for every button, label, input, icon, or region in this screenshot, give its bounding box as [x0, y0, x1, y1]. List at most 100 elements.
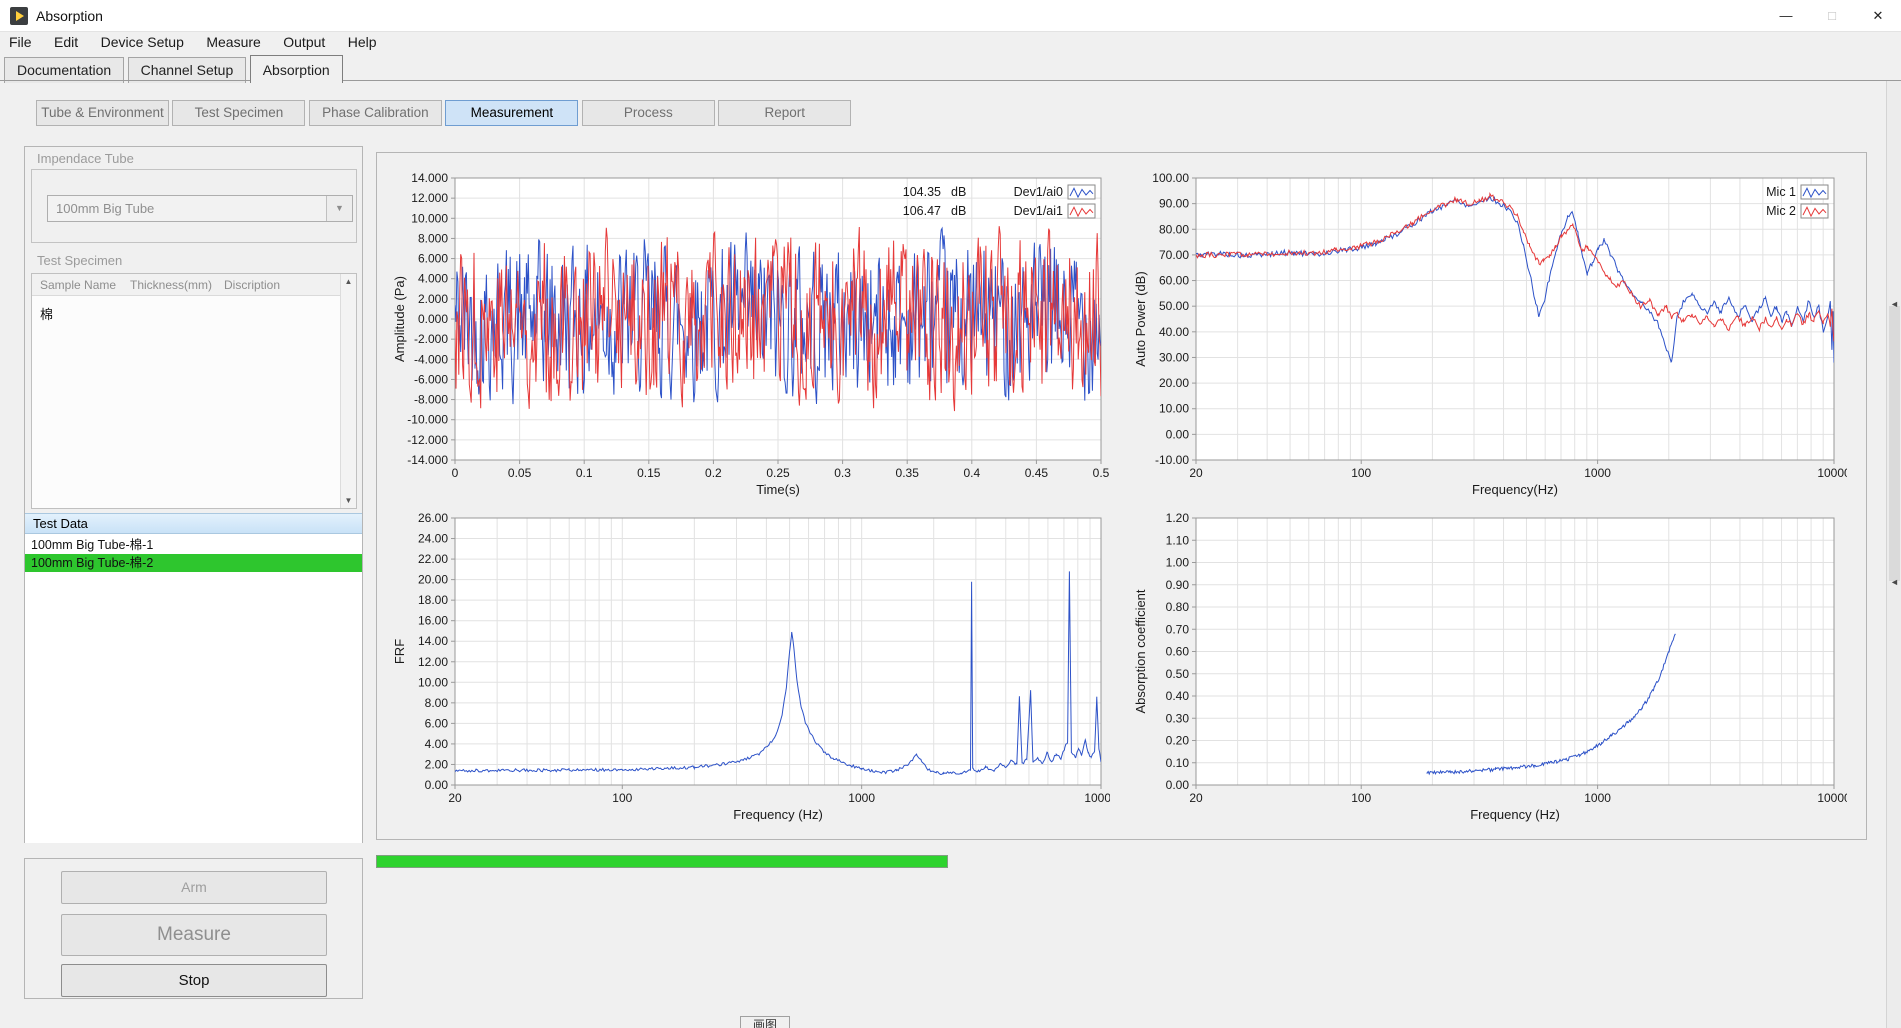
svg-text:6.000: 6.000 [418, 252, 448, 266]
splitter-left-icon[interactable]: ◄ [1890, 299, 1899, 309]
svg-text:0.80: 0.80 [1166, 600, 1190, 614]
column-sample-name: Sample Name [40, 278, 116, 292]
menu-file[interactable]: File [0, 32, 41, 52]
svg-text:-4.000: -4.000 [414, 352, 448, 366]
control-button-panel: Arm Measure Stop [24, 858, 363, 999]
impedance-tube-dropdown[interactable]: 100mm Big Tube ▼ [47, 195, 353, 222]
svg-text:90.00: 90.00 [1159, 197, 1189, 211]
svg-text:26.00: 26.00 [418, 511, 448, 525]
menu-measure[interactable]: Measure [197, 32, 269, 52]
svg-text:1000: 1000 [1584, 791, 1611, 805]
test-data-header: Test Data [25, 513, 362, 534]
tab-phase-calibration[interactable]: Phase Calibration [309, 100, 442, 126]
svg-text:FRF: FRF [392, 639, 407, 664]
maximize-button[interactable]: □ [1809, 0, 1855, 32]
svg-text:0.20: 0.20 [1166, 734, 1190, 748]
svg-text:100: 100 [1351, 791, 1371, 805]
svg-text:0.60: 0.60 [1166, 645, 1190, 659]
svg-text:0.90: 0.90 [1166, 578, 1190, 592]
svg-text:2.00: 2.00 [425, 757, 449, 771]
menu-bar: File Edit Device Setup Measure Output He… [0, 32, 1901, 54]
svg-text:0.40: 0.40 [1166, 689, 1190, 703]
svg-text:1.20: 1.20 [1166, 511, 1190, 525]
svg-text:24.00: 24.00 [418, 532, 448, 546]
svg-text:Time(s): Time(s) [756, 482, 800, 497]
svg-text:8.00: 8.00 [425, 696, 449, 710]
svg-text:Mic 2: Mic 2 [1766, 204, 1796, 218]
test-data-list: 100mm Big Tube-棉-1 100mm Big Tube-棉-2 [25, 534, 362, 843]
list-item-selected[interactable]: 100mm Big Tube-棉-2 [25, 554, 362, 572]
scrollbar-thumb[interactable] [1889, 306, 1900, 581]
column-discription: Discription [224, 278, 280, 292]
svg-text:100: 100 [612, 791, 632, 805]
menu-help[interactable]: Help [339, 32, 386, 52]
impedance-tube-selected-value: 100mm Big Tube [48, 196, 326, 221]
table-scrollbar[interactable]: ▲ ▼ [340, 274, 356, 508]
arm-button[interactable]: Arm [61, 871, 327, 904]
svg-text:20.00: 20.00 [1159, 376, 1189, 390]
svg-text:0: 0 [452, 466, 459, 480]
svg-text:10.000: 10.000 [411, 211, 448, 225]
tab-process[interactable]: Process [582, 100, 715, 126]
tab-tube-environment[interactable]: Tube & Environment [36, 100, 169, 126]
svg-text:40.00: 40.00 [1159, 325, 1189, 339]
svg-text:0.70: 0.70 [1166, 622, 1190, 636]
time-waveform-chart: 14.00012.00010.0008.0006.0004.0002.0000.… [390, 170, 1110, 502]
svg-text:Frequency(Hz): Frequency(Hz) [1472, 482, 1558, 497]
scroll-down-icon[interactable]: ▼ [341, 496, 356, 505]
progress-bar [376, 855, 948, 868]
titlebar: Absorption — □ ✕ [0, 0, 1901, 32]
svg-text:-6.000: -6.000 [414, 372, 448, 386]
svg-text:100: 100 [1351, 466, 1371, 480]
stop-button[interactable]: Stop [61, 964, 327, 997]
svg-text:100.00: 100.00 [1152, 171, 1189, 185]
svg-text:50.00: 50.00 [1159, 299, 1189, 313]
right-scroll-strip[interactable]: ◄ ◄ [1886, 81, 1901, 1028]
measure-button[interactable]: Measure [61, 914, 327, 956]
table-row[interactable]: 棉 [40, 304, 53, 323]
svg-text:0.00: 0.00 [425, 778, 449, 792]
svg-text:Auto Power (dB): Auto Power (dB) [1133, 271, 1148, 366]
svg-text:14.000: 14.000 [411, 171, 448, 185]
tab-report[interactable]: Report [718, 100, 851, 126]
svg-text:Frequency (Hz): Frequency (Hz) [1470, 807, 1560, 822]
stage-tab-bar: Tube & Environment Test Specimen Phase C… [36, 100, 850, 126]
svg-text:0.2: 0.2 [705, 466, 722, 480]
close-button[interactable]: ✕ [1855, 0, 1901, 32]
tab-measurement[interactable]: Measurement [445, 100, 578, 126]
svg-text:60.00: 60.00 [1159, 274, 1189, 288]
svg-text:Absorption coefficient: Absorption coefficient [1133, 589, 1148, 713]
left-panel: Impendace Tube 100mm Big Tube ▼ Test Spe… [24, 146, 363, 843]
svg-text:14.00: 14.00 [418, 634, 448, 648]
page-tab-bar: Documentation Channel Setup Absorption [4, 55, 342, 81]
menu-edit[interactable]: Edit [45, 32, 87, 52]
svg-text:Dev1/ai0: Dev1/ai0 [1014, 185, 1063, 199]
menu-output[interactable]: Output [274, 32, 334, 52]
svg-text:Dev1/ai1: Dev1/ai1 [1014, 204, 1063, 218]
svg-text:0.00: 0.00 [1166, 427, 1190, 441]
menu-device-setup[interactable]: Device Setup [92, 32, 193, 52]
svg-text:10000: 10000 [1817, 466, 1847, 480]
tab-absorption[interactable]: Absorption [250, 55, 343, 83]
svg-text:1000: 1000 [848, 791, 875, 805]
svg-text:10.00: 10.00 [418, 675, 448, 689]
svg-text:dB: dB [951, 185, 966, 199]
footer-tab[interactable]: 画图 [740, 1016, 790, 1028]
svg-text:0.5: 0.5 [1093, 466, 1110, 480]
svg-text:4.000: 4.000 [418, 272, 448, 286]
absorption-coefficient-chart: 1.201.101.000.900.800.700.600.500.400.30… [1131, 508, 1847, 826]
minimize-button[interactable]: — [1763, 0, 1809, 32]
chevron-down-icon[interactable]: ▼ [326, 196, 352, 221]
splitter-left-icon[interactable]: ◄ [1890, 577, 1899, 587]
svg-text:-2.000: -2.000 [414, 332, 448, 346]
svg-text:22.00: 22.00 [418, 552, 448, 566]
svg-text:70.00: 70.00 [1159, 248, 1189, 262]
test-specimen-table: Sample Name Thickness(mm) Discription 棉 … [31, 273, 357, 509]
svg-text:Amplitude (Pa): Amplitude (Pa) [392, 276, 407, 362]
list-item[interactable]: 100mm Big Tube-棉-1 [25, 536, 362, 554]
svg-text:0.10: 0.10 [1166, 756, 1190, 770]
svg-text:0.00: 0.00 [1166, 778, 1190, 792]
scroll-up-icon[interactable]: ▲ [341, 277, 356, 286]
tab-test-specimen[interactable]: Test Specimen [172, 100, 305, 126]
svg-text:1.00: 1.00 [1166, 556, 1190, 570]
